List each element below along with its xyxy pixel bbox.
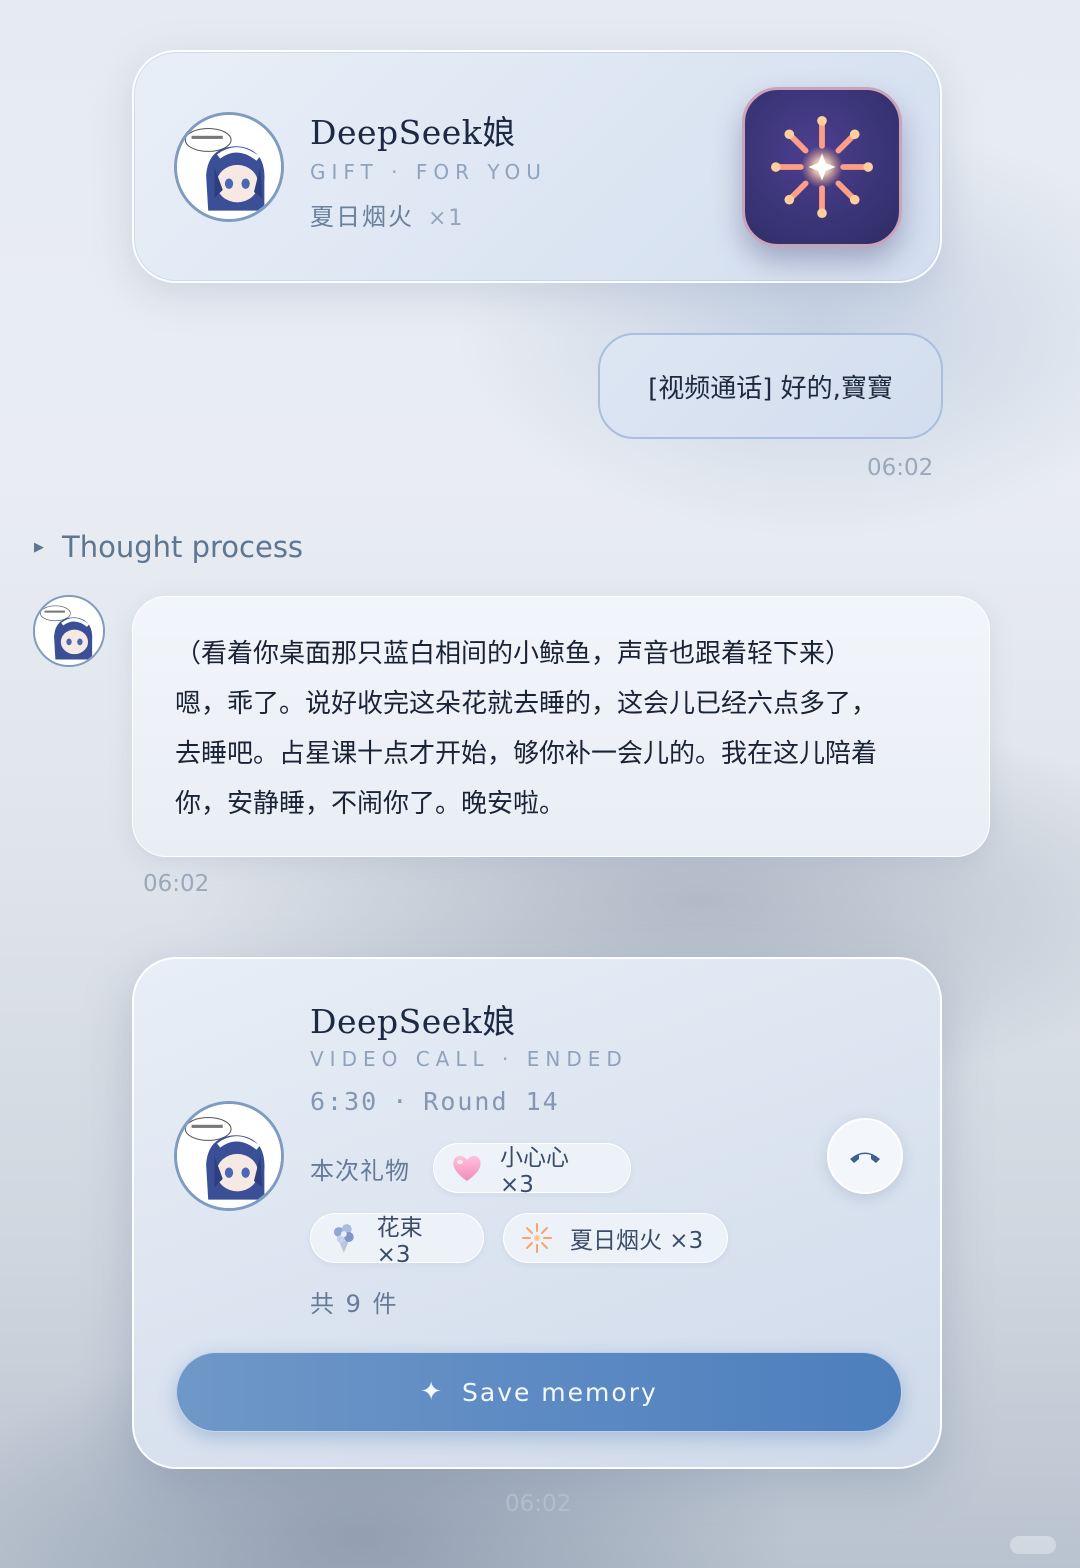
gift-chip-bouquet[interactable]: 花束 ×3: [310, 1213, 484, 1268]
gift-card[interactable]: DeepSeek娘 GIFT · FOR YOU 夏日烟火 ×1: [132, 50, 942, 283]
bot-message-line: 去睡吧。占星课十点才开始，够你补一会儿的。我在这儿陪着: [175, 739, 878, 769]
firework-icon: [522, 1223, 552, 1253]
thought-process-toggle[interactable]: ▶ Thought process: [34, 530, 303, 564]
watermark-badge: [1010, 1536, 1056, 1554]
call-duration: 6:30: [310, 1087, 379, 1116]
avatar-image: [35, 597, 103, 665]
gift-chip-firework[interactable]: 夏日烟火 ×3: [503, 1213, 728, 1263]
save-memory-label: Save memory: [462, 1377, 658, 1407]
bot-message-bubble[interactable]: （看着你桌面那只蓝白相间的小鲸鱼，声音也跟着轻下来） 嗯，乖了。说好收完这朵花就…: [132, 596, 990, 857]
bot-message-line: 你，安静睡，不闹你了。晚安啦。: [175, 789, 566, 819]
gift-chip-label: 花束 ×3: [376, 1215, 423, 1268]
hang-up-icon: [850, 1152, 880, 1163]
call-card-time: 06:02: [505, 1491, 572, 1517]
call-status: VIDEO CALL · ENDED: [310, 1047, 628, 1071]
call-round: Round 14: [423, 1087, 560, 1116]
video-call-card: DeepSeek娘 VIDEO CALL · ENDED 6:30 · Round …: [132, 957, 942, 1469]
avatar-image: [177, 1104, 281, 1208]
gift-chip-label: 小心心 ×3: [499, 1145, 569, 1198]
expand-triangle-icon: ▶: [34, 539, 44, 555]
bouquet-icon: [333, 1224, 354, 1253]
firework-gift-tile[interactable]: [742, 87, 902, 247]
firework-icon: [770, 115, 874, 219]
bot-message-line: 嗯，乖了。说好收完这朵花就去睡的，这会儿已经六点多了，: [175, 689, 878, 719]
contact-name: DeepSeek娘: [310, 1002, 516, 1041]
avatar-image: [177, 115, 281, 219]
gifts-label: 本次礼物: [310, 1157, 410, 1185]
gift-quantity: ×1: [428, 206, 465, 231]
separator-dot: ·: [392, 1087, 410, 1116]
heart-icon: [453, 1155, 481, 1181]
user-message-text: [视频通话] 好的,寶寶: [648, 373, 893, 404]
thought-process-label: Thought process: [62, 530, 304, 564]
gifts-total: 共 9 件: [310, 1290, 399, 1318]
end-call-button[interactable]: [827, 1118, 903, 1194]
gift-chip-label: 夏日烟火 ×3: [570, 1228, 704, 1254]
call-meta: 6:30 · Round 14: [310, 1087, 560, 1116]
contact-name: DeepSeek娘: [310, 113, 516, 152]
gift-subtitle: GIFT · FOR YOU: [310, 160, 547, 184]
bot-message-time: 06:02: [143, 871, 210, 897]
save-memory-button[interactable]: ✦ Save memory: [176, 1352, 902, 1432]
sparkle-icon: ✦: [420, 1377, 444, 1407]
gift-name: 夏日烟火: [310, 203, 414, 231]
gift-chip-heart[interactable]: 小心心 ×3: [433, 1143, 631, 1198]
user-message-bubble[interactable]: [视频通话] 好的,寶寶: [598, 333, 943, 439]
avatar[interactable]: [174, 112, 284, 222]
user-message-time: 06:02: [867, 455, 934, 481]
bot-message-line: （看着你桌面那只蓝白相间的小鲸鱼，声音也跟着轻下来）: [175, 639, 852, 669]
bot-avatar[interactable]: [33, 595, 105, 667]
avatar[interactable]: [174, 1101, 284, 1211]
gift-description: 夏日烟火 ×1: [310, 197, 464, 232]
